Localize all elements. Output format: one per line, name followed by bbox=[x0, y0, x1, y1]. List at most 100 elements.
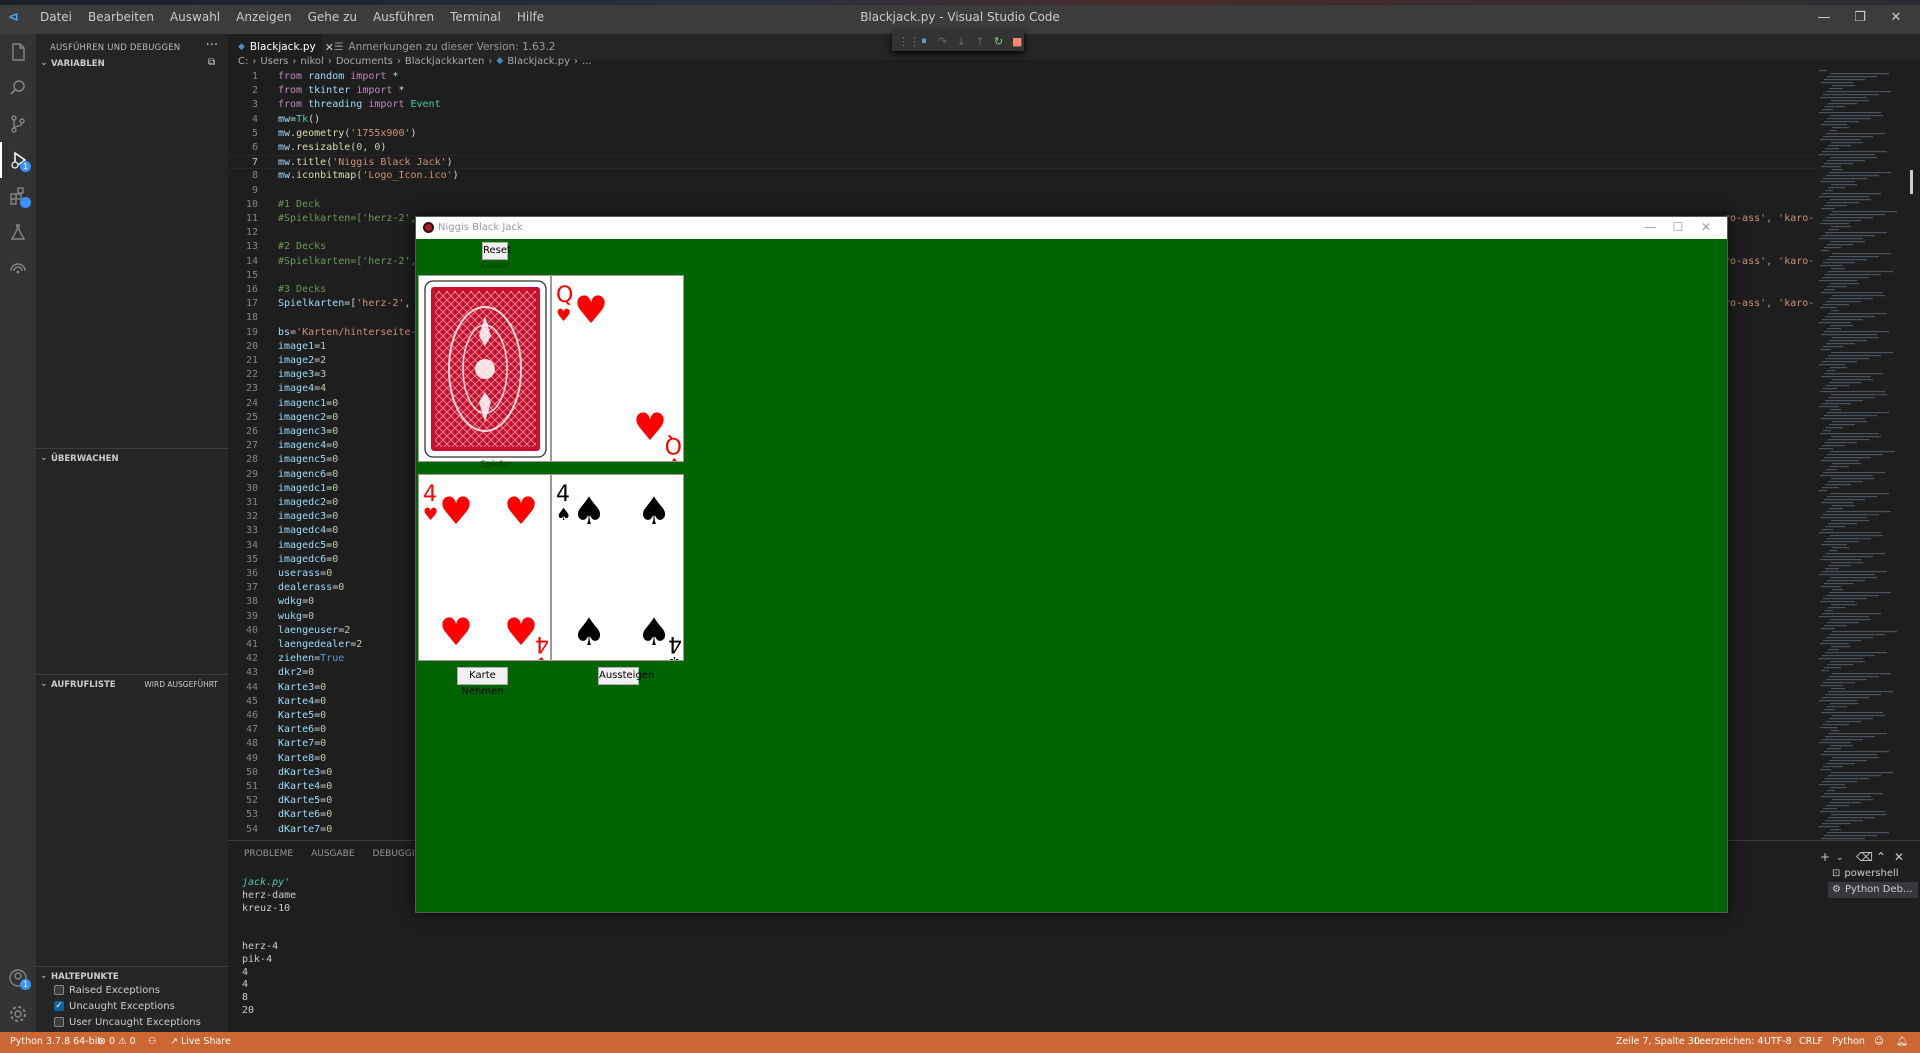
code-token: #2 Decks bbox=[278, 241, 327, 253]
tab-problems[interactable]: PROBLEME bbox=[244, 849, 293, 859]
terminal-item-python-debug[interactable]: ⚙ Python Deb... bbox=[1828, 882, 1918, 898]
more-actions-icon[interactable]: ··· bbox=[206, 38, 218, 53]
maximize-panel-icon[interactable]: ⌃ bbox=[1876, 850, 1886, 864]
code-line[interactable]: 4 mw=Tk() bbox=[228, 113, 1818, 127]
chevron-down-icon: ⌄ bbox=[40, 453, 48, 463]
code-token: Karte6 bbox=[278, 724, 315, 736]
line-number: 6 bbox=[251, 142, 258, 153]
checkbox-checked[interactable]: ✓ bbox=[54, 1001, 64, 1011]
debug-status-icon[interactable]: ⚇ bbox=[148, 1036, 157, 1047]
step-over-icon[interactable]: ↷ bbox=[936, 35, 950, 48]
status-encoding[interactable]: UTF-8 bbox=[1764, 1036, 1792, 1047]
kill-terminal-icon[interactable]: ⌫ bbox=[1856, 850, 1873, 864]
run-debug-icon[interactable]: 1 bbox=[0, 142, 36, 178]
code-line[interactable]: 3 from threading import Event bbox=[228, 98, 1818, 112]
close-icon[interactable]: ✕ bbox=[1878, 6, 1914, 30]
code-line[interactable]: 1 from random import * bbox=[228, 70, 1818, 84]
pause-icon[interactable]: ⏸ bbox=[917, 34, 931, 48]
status-cursor-position[interactable]: Zeile 7, Spalte 30 bbox=[1616, 1036, 1700, 1047]
code-line[interactable]: 6 mw.resizable(0, 0) bbox=[228, 141, 1818, 155]
status-python-version[interactable]: Python 3.7.8 64-bit bbox=[10, 1036, 101, 1047]
stand-button[interactable]: Aussteigen bbox=[598, 667, 654, 685]
status-liveshare[interactable]: ↗ Live Share bbox=[170, 1036, 231, 1047]
line-number: 26 bbox=[245, 426, 258, 437]
breadcrumb-item[interactable]: Users bbox=[260, 56, 288, 70]
take-card-button[interactable]: Karte Nehmen bbox=[457, 667, 508, 697]
menu-terminal[interactable]: Terminal bbox=[442, 10, 509, 24]
menu-bearbeiten[interactable]: Bearbeiten bbox=[80, 10, 162, 24]
restart-icon[interactable]: ↻ bbox=[992, 35, 1006, 48]
line-number: 16 bbox=[245, 284, 258, 295]
code-token: dKarte3 bbox=[278, 766, 321, 778]
code-line[interactable]: 7 mw.title('Niggis Black Jack') bbox=[228, 155, 1818, 170]
breakpoint-uncaught[interactable]: ✓ Uncaught Exceptions bbox=[54, 998, 175, 1014]
search-icon[interactable] bbox=[0, 70, 36, 106]
files-icon[interactable] bbox=[0, 34, 36, 70]
section-callstack[interactable]: ⌄ AUFRUFLISTE WIRD AUSGEFÜHRT bbox=[36, 674, 228, 694]
menu-hilfe[interactable]: Hilfe bbox=[509, 10, 552, 24]
status-problems[interactable]: ⊗ 0 ⚠ 0 bbox=[98, 1036, 136, 1047]
terminal-item-powershell[interactable]: ⊡ powershell bbox=[1828, 866, 1918, 882]
stop-icon[interactable]: ■ bbox=[1010, 35, 1024, 48]
chevron-down-icon[interactable]: ⌄ bbox=[1836, 853, 1844, 863]
menu-datei[interactable]: Datei bbox=[32, 10, 80, 24]
breakpoint-user-uncaught[interactable]: User Uncaught Exceptions bbox=[54, 1014, 201, 1030]
line-code: bs='Karten/hinterseite-2 bbox=[278, 326, 423, 340]
maximize-icon[interactable]: ☐ bbox=[1668, 220, 1688, 234]
checkbox[interactable] bbox=[54, 1017, 64, 1027]
step-into-icon[interactable]: ↓ bbox=[954, 35, 968, 48]
new-terminal-icon[interactable]: + bbox=[1820, 850, 1830, 864]
minimize-icon[interactable]: — bbox=[1640, 220, 1660, 234]
line-number: 54 bbox=[245, 823, 258, 835]
code-token: Karte4 bbox=[278, 695, 315, 707]
status-eol[interactable]: CRLF bbox=[1799, 1036, 1823, 1047]
menu-anzeigen[interactable]: Anzeigen bbox=[228, 10, 299, 24]
restore-icon[interactable]: ❐ bbox=[1842, 6, 1878, 30]
editor-scrollbar[interactable] bbox=[1908, 70, 1918, 840]
section-variables[interactable]: ⌄ VARIABLEN ⧉ bbox=[36, 54, 228, 74]
remote-icon[interactable] bbox=[0, 250, 36, 286]
drag-handle-icon[interactable]: ⋮⋮ bbox=[898, 35, 920, 48]
tab-output[interactable]: AUSGABE bbox=[311, 849, 354, 859]
close-icon[interactable]: ✕ bbox=[1696, 220, 1716, 234]
minimize-icon[interactable]: — bbox=[1806, 6, 1842, 30]
breadcrumb-item[interactable]: Blackjackkarten bbox=[405, 56, 485, 70]
code-line[interactable]: 10 #1 Deck bbox=[228, 198, 1818, 212]
breadcrumb-item[interactable]: nikol bbox=[300, 56, 323, 70]
collapse-all-icon[interactable]: ⧉ bbox=[208, 57, 220, 69]
menu-auswahl[interactable]: Auswahl bbox=[162, 10, 228, 24]
code-line[interactable]: 5 mw.geometry('1755x900') bbox=[228, 127, 1818, 141]
breadcrumb-item[interactable]: C: bbox=[238, 56, 248, 70]
code-line[interactable]: 8 mw.iconbitmap('Logo_Icon.ico') bbox=[228, 169, 1818, 183]
minimap[interactable] bbox=[1815, 70, 1907, 840]
code-line[interactable]: 2 from tkinter import * bbox=[228, 84, 1818, 98]
menu-gehe-zu[interactable]: Gehe zu bbox=[300, 10, 365, 24]
accounts-icon[interactable]: 1 bbox=[0, 960, 36, 996]
code-token: imagenc5 bbox=[278, 454, 327, 466]
queen-hearts-face: Q ♥ ♥ ♥ ♥ Q bbox=[556, 283, 682, 461]
section-watch[interactable]: ⌄ ÜBERWACHEN bbox=[36, 448, 228, 468]
code-token: imagedc4 bbox=[278, 525, 327, 537]
player-card-four-hearts: 4 ♥ ♥ ♥ ♥ ♥ ♥ 4 bbox=[418, 474, 551, 661]
breadcrumb-item[interactable]: Documents bbox=[336, 56, 393, 70]
testing-icon[interactable] bbox=[0, 214, 36, 250]
breadcrumb-item[interactable]: ... bbox=[582, 56, 592, 70]
code-line[interactable]: 9 bbox=[228, 184, 1818, 198]
close-panel-icon[interactable]: ✕ bbox=[1894, 850, 1904, 864]
status-indentation[interactable]: Leerzeichen: 4 bbox=[1694, 1036, 1764, 1047]
breakpoint-raised[interactable]: Raised Exceptions bbox=[54, 982, 160, 998]
reset-button[interactable]: Reset bbox=[482, 242, 511, 260]
terminal-output[interactable]: jack.py' herz-dame kreuz-10 herz-4 pik-4… bbox=[242, 877, 296, 1018]
extensions-icon[interactable] bbox=[0, 178, 36, 214]
source-control-icon[interactable] bbox=[0, 106, 36, 142]
checkbox[interactable] bbox=[54, 985, 64, 995]
feedback-icon[interactable]: ☺ bbox=[1874, 1036, 1884, 1047]
status-language[interactable]: Python bbox=[1832, 1036, 1865, 1047]
menu-ausfuehren[interactable]: Ausführen bbox=[365, 10, 442, 24]
step-out-icon[interactable]: ↑ bbox=[973, 35, 987, 48]
gear-icon[interactable] bbox=[0, 996, 36, 1032]
breadcrumb-item[interactable]: Blackjack.py bbox=[507, 56, 570, 70]
code-token: imagenc2 bbox=[278, 411, 327, 423]
chevron-right-icon: › bbox=[396, 56, 401, 67]
notifications-icon[interactable]: 🔔︎ bbox=[1896, 1036, 1908, 1047]
